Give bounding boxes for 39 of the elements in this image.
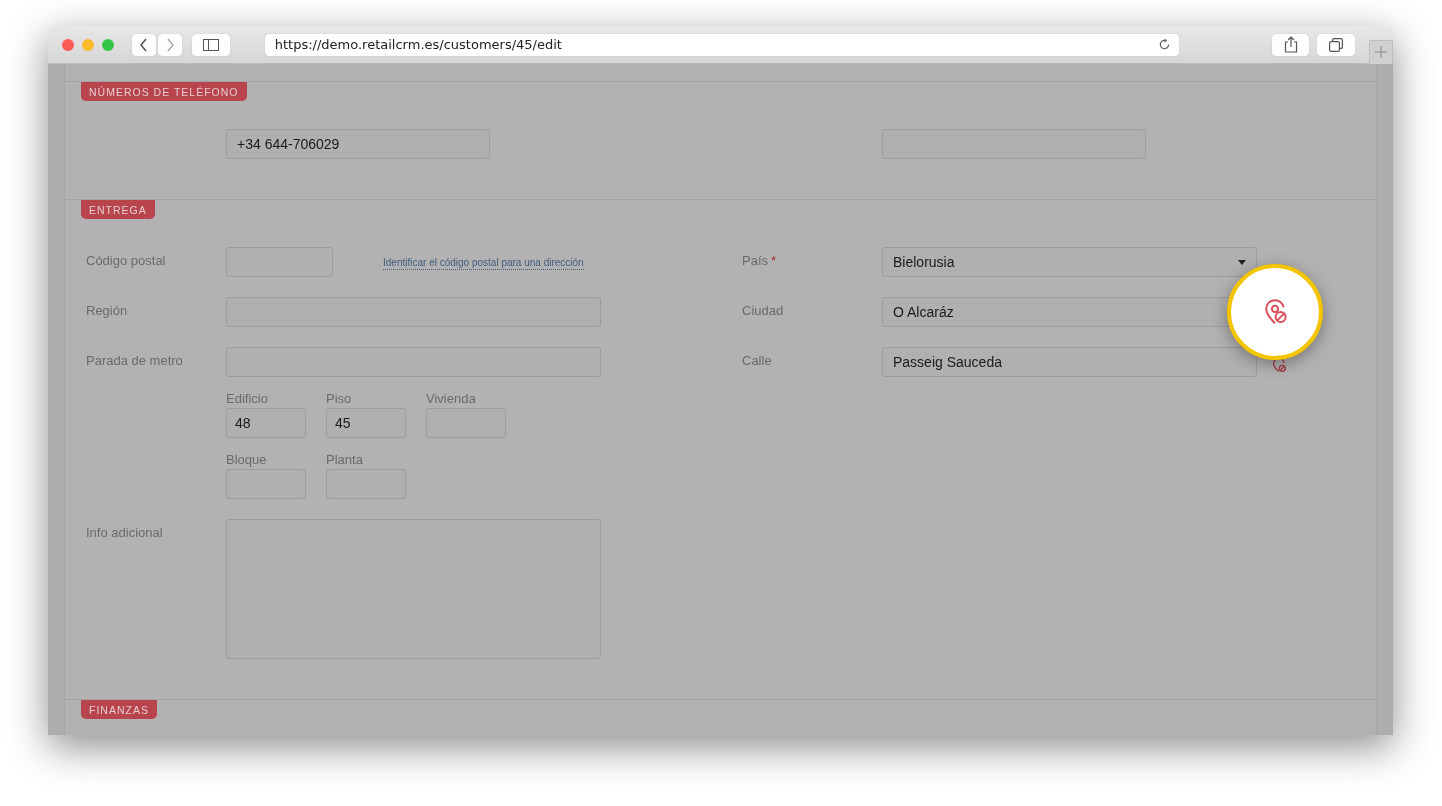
section-tag: NÚMEROS DE TELÉFONO <box>81 82 247 101</box>
reload-icon[interactable] <box>1157 38 1171 51</box>
text-input[interactable]: 45 <box>326 408 406 438</box>
sidebar-button[interactable] <box>192 33 230 56</box>
country-select[interactable]: Bielorusia <box>882 247 1257 277</box>
field-label: País <box>742 253 768 268</box>
text-input[interactable]: Passeig Sauceda <box>882 347 1257 377</box>
field-label: Ciudad <box>742 303 784 318</box>
field-label: Parada de metro <box>86 352 184 368</box>
field-label: Código postal <box>86 252 167 268</box>
field-label: Info adicional <box>86 524 164 540</box>
field-label: Planta <box>326 452 364 467</box>
minimize-button[interactable] <box>82 38 94 51</box>
tabs-button[interactable] <box>1317 33 1356 56</box>
close-button[interactable] <box>62 38 74 51</box>
section-tag: ENTREGA <box>81 200 155 219</box>
new-tab-button[interactable] <box>1369 39 1393 64</box>
field-label: Bloque <box>226 452 268 467</box>
phone-input[interactable]: +34 644-706029 <box>226 129 490 159</box>
text-input[interactable]: 48 <box>226 408 306 438</box>
share-button[interactable] <box>1271 33 1310 56</box>
plus-icon <box>1375 46 1388 58</box>
section-tag: FINANZAS <box>81 700 157 719</box>
location-off-icon[interactable] <box>1271 357 1287 373</box>
field-label: Vivienda <box>426 391 477 406</box>
field-label: Calle <box>742 353 772 368</box>
forward-icon <box>165 37 175 52</box>
sidebar-icon <box>202 38 219 51</box>
field-label: Piso <box>326 391 353 406</box>
required-mark: * <box>771 253 777 268</box>
url-text: https://demo.retailcrm.es/customers/45/edit <box>274 37 562 52</box>
field-label: Edificio <box>226 391 269 406</box>
share-icon <box>1283 36 1298 53</box>
address-bar[interactable]: https://demo.retailcrm.es/customers/45/edit <box>264 33 1179 56</box>
field-label: Región <box>86 302 129 318</box>
tabs-icon <box>1329 37 1344 52</box>
back-icon <box>139 37 149 52</box>
zoom-button[interactable] <box>102 38 114 51</box>
back-button[interactable] <box>132 33 156 56</box>
